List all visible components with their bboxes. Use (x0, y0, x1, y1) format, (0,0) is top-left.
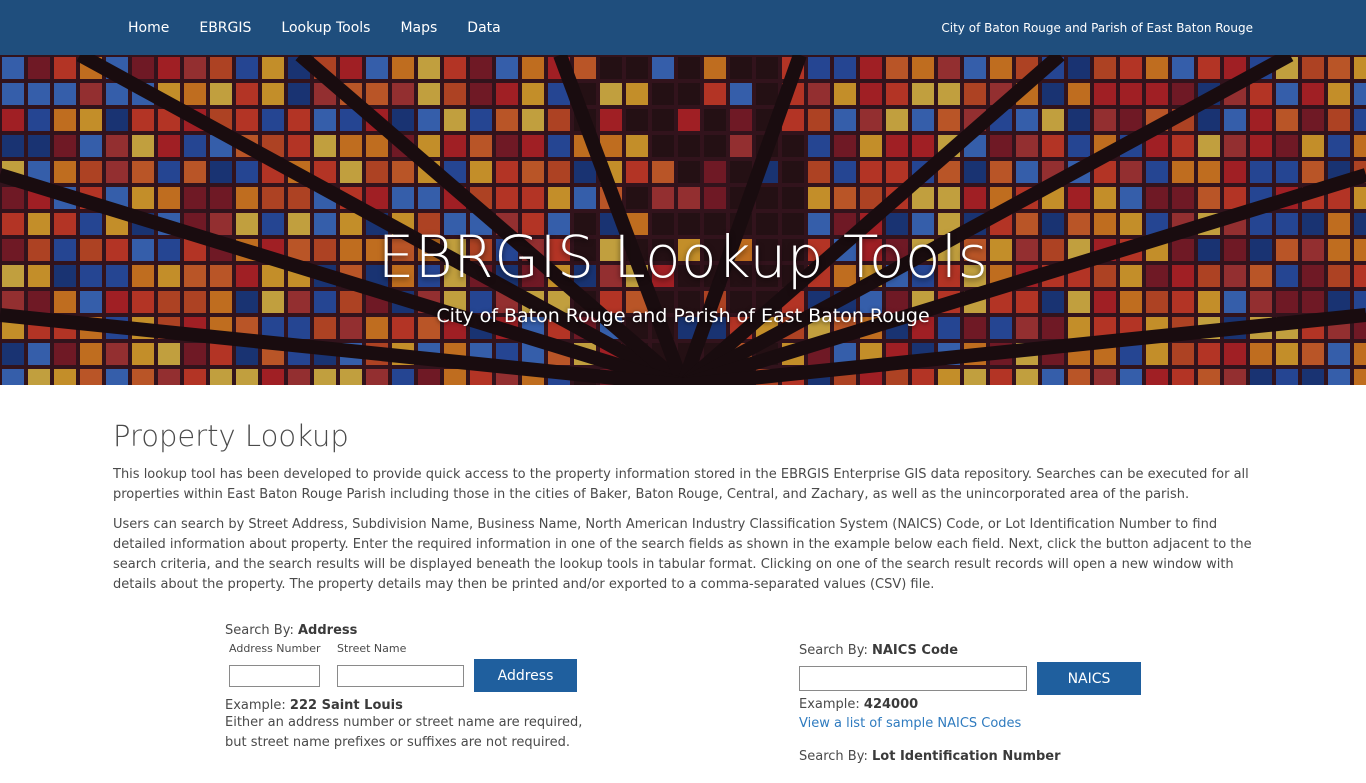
address-search-by-prefix: Search By: (225, 623, 294, 638)
address-number-input[interactable] (229, 664, 320, 687)
naics-input-row: NAICS (799, 662, 1199, 695)
address-example-value: 222 Saint Louis (289, 698, 403, 713)
naics-example-prefix: Example: (799, 697, 860, 712)
search-forms: Search By: Address Address Number Street… (113, 623, 1253, 783)
naics-search-heading: Search By: NAICS Code (799, 643, 1199, 658)
address-note-line1: Either an address number or street name … (225, 715, 583, 730)
top-navigation-bar: Home EBRGIS Lookup Tools Maps Data City … (0, 0, 1366, 55)
nav-links: Home EBRGIS Lookup Tools Maps Data (128, 0, 501, 55)
naics-example: Example: 424000 (799, 697, 1199, 712)
lot-search-by-value: Lot Identification Number (871, 749, 1061, 764)
stained-glass-image (0, 55, 1366, 385)
nav-home-link[interactable]: Home (128, 20, 169, 36)
hero-banner: EBRGIS Lookup Tools City of Baton Rouge … (0, 55, 1366, 385)
street-name-label: Street Name (337, 642, 407, 655)
main-content: Property Lookup This lookup tool has bee… (113, 385, 1253, 764)
address-example-prefix: Example: (225, 698, 286, 713)
naics-search-by-value: NAICS Code (871, 643, 959, 658)
intro-paragraph: This lookup tool has been developed to p… (113, 467, 1249, 502)
hero-title: EBRGIS Lookup Tools (377, 223, 989, 291)
naics-example-value: 424000 (863, 697, 919, 712)
hero-subtitle: City of Baton Rouge and Parish of East B… (436, 305, 930, 327)
naics-code-input[interactable] (799, 666, 1027, 691)
address-search-heading: Search By: Address (225, 623, 625, 638)
page-title: Property Lookup (113, 419, 349, 453)
address-input-row: Address (225, 659, 625, 692)
nav-data-link[interactable]: Data (467, 20, 500, 36)
address-search-button[interactable]: Address (474, 659, 577, 692)
address-search-section: Search By: Address Address Number Street… (225, 623, 625, 753)
address-note-line2: but street name prefixes or suffixes are… (225, 735, 570, 750)
nav-ebrgis-link[interactable]: EBRGIS (199, 20, 251, 36)
nav-maps-link[interactable]: Maps (400, 20, 437, 36)
naics-search-by-prefix: Search By: (799, 643, 868, 658)
naics-search-section: Search By: NAICS Code NAICS Example: 424… (799, 643, 1199, 768)
site-name: City of Baton Rouge and Parish of East B… (941, 20, 1253, 35)
street-name-input[interactable] (337, 664, 464, 687)
sample-naics-codes-link[interactable]: View a list of sample NAICS Codes (799, 716, 1021, 731)
address-example: Example: 222 Saint Louis (225, 698, 625, 713)
lot-search-heading: Search By: Lot Identification Number (799, 749, 1199, 764)
lot-search-by-prefix: Search By: (799, 749, 868, 764)
naics-search-button[interactable]: NAICS (1037, 662, 1141, 695)
address-field-labels: Address Number Street Name (229, 642, 625, 655)
address-number-label: Address Number (229, 642, 321, 655)
instructions-paragraph: Users can search by Street Address, Subd… (113, 517, 1252, 592)
nav-lookup-tools-link[interactable]: Lookup Tools (281, 20, 370, 36)
address-search-by-value: Address (297, 623, 358, 638)
